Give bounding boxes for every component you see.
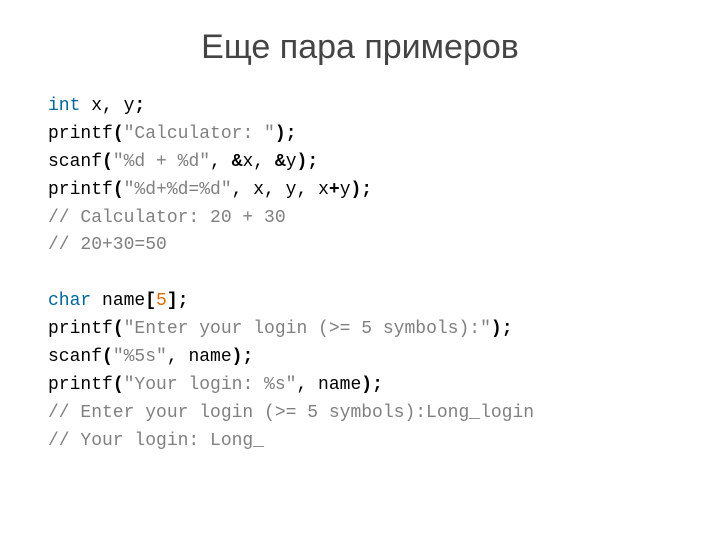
string: "Your login: %s" <box>124 375 297 395</box>
operator: + <box>329 180 340 200</box>
code-text: x <box>242 152 253 172</box>
comment: // 20+30=50 <box>48 235 167 255</box>
slide: Еще пара примеров int x, y; printf("Calc… <box>0 0 720 540</box>
fn: scanf <box>48 347 102 367</box>
comment: // Calculator: 20 + 30 <box>48 208 286 228</box>
code-line: char name[5]; <box>48 291 188 311</box>
string: "%d + %d" <box>113 152 210 172</box>
code-text: , x, y, x <box>232 180 329 200</box>
string: "%5s" <box>113 347 167 367</box>
code-text: y <box>340 180 351 200</box>
code-line: scanf("%5s", name); <box>48 347 253 367</box>
comment: // Enter your login (>= 5 symbols):Long_… <box>48 403 534 423</box>
punct: ; <box>134 96 145 116</box>
code-line: // Your login: Long_ <box>48 431 264 451</box>
code-line: printf("Your login: %s", name); <box>48 375 383 395</box>
comment: // Your login: Long_ <box>48 431 264 451</box>
code-line: // Enter your login (>= 5 symbols):Long_… <box>48 403 534 423</box>
code-text: , name <box>167 347 232 367</box>
code-line: printf("Enter your login (>= 5 symbols):… <box>48 319 513 339</box>
punct: ); <box>275 124 297 144</box>
punct: ); <box>232 347 254 367</box>
punct: ); <box>361 375 383 395</box>
code-text: , <box>210 152 232 172</box>
code-line: int x, y; <box>48 96 145 116</box>
code-text: , <box>253 152 275 172</box>
code-line: printf("Calculator: "); <box>48 124 296 144</box>
fn: printf <box>48 124 113 144</box>
keyword: char <box>48 291 91 311</box>
code-line: printf("%d+%d=%d", x, y, x+y); <box>48 180 372 200</box>
punct: ( <box>102 347 113 367</box>
punct: ); <box>351 180 373 200</box>
number: 5 <box>156 291 167 311</box>
punct: ( <box>102 152 113 172</box>
operator: & <box>275 152 286 172</box>
punct: ( <box>113 375 124 395</box>
code-text: x, y <box>80 96 134 116</box>
fn: printf <box>48 180 113 200</box>
keyword: int <box>48 96 80 116</box>
blank-line <box>48 263 59 283</box>
code-line: // 20+30=50 <box>48 235 167 255</box>
code-text: y <box>286 152 297 172</box>
punct: ( <box>113 180 124 200</box>
punct: ( <box>113 124 124 144</box>
fn: printf <box>48 319 113 339</box>
string: "Calculator: " <box>124 124 275 144</box>
fn: printf <box>48 375 113 395</box>
fn: scanf <box>48 152 102 172</box>
operator: & <box>232 152 243 172</box>
code-block: int x, y; printf("Calculator: "); scanf(… <box>48 93 672 456</box>
code-text: name <box>91 291 145 311</box>
code-line: // Calculator: 20 + 30 <box>48 208 286 228</box>
punct: [ <box>145 291 156 311</box>
code-line: scanf("%d + %d", &x, &y); <box>48 152 318 172</box>
string: "%d+%d=%d" <box>124 180 232 200</box>
punct: ); <box>297 152 319 172</box>
punct: ( <box>113 319 124 339</box>
slide-title: Еще пара примеров <box>48 28 672 67</box>
string: "Enter your login (>= 5 symbols):" <box>124 319 491 339</box>
punct: ]; <box>167 291 189 311</box>
punct: ); <box>491 319 513 339</box>
code-text: , name <box>296 375 361 395</box>
